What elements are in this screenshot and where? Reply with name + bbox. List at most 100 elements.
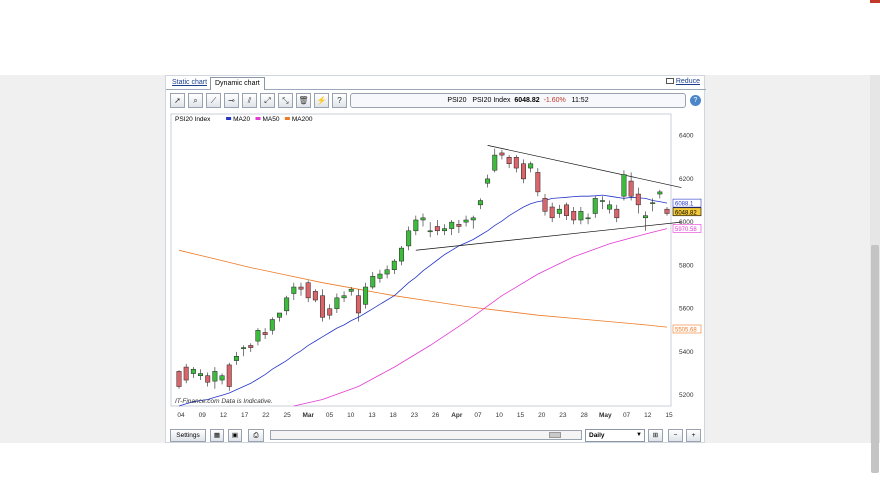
help-question-icon[interactable]: ? — [332, 93, 347, 108]
channel-tool-icon[interactable]: ⫽ — [242, 93, 257, 108]
candle-body — [477, 200, 483, 206]
candle-body — [176, 371, 182, 387]
candle-body — [341, 295, 347, 299]
candle-body — [334, 297, 340, 309]
time-scrollbar[interactable] — [270, 430, 582, 440]
trash-icon[interactable]: 🗑 — [296, 93, 311, 108]
zoom-in-icon[interactable]: + — [686, 429, 701, 442]
candle-body — [312, 291, 318, 301]
x-tick-label: 05 — [326, 412, 334, 419]
tab-dynamic-chart[interactable]: Dynamic chart — [210, 77, 265, 90]
candle-body — [284, 297, 290, 312]
candle-body — [535, 172, 541, 193]
x-tick-label: 09 — [199, 412, 207, 419]
candle-body — [241, 347, 247, 349]
candle-body — [355, 295, 361, 314]
horizontal-line-tool-icon[interactable]: ⊸ — [224, 93, 239, 108]
info-icon[interactable]: ? — [690, 95, 701, 106]
candle-body — [269, 319, 275, 331]
candle-body — [434, 226, 440, 232]
legend-item: MA50 — [263, 116, 280, 123]
candle-body — [298, 286, 304, 290]
x-tick-label: 25 — [283, 412, 291, 419]
page-scrollbar[interactable] — [870, 75, 880, 473]
candle-body — [635, 193, 641, 206]
price-label: 5970.58 — [675, 227, 697, 233]
candle-body — [198, 373, 204, 376]
indicators-icon[interactable]: ▦ — [210, 429, 224, 442]
line-tool-icon[interactable]: ⟋ — [206, 93, 221, 108]
candle-body — [599, 200, 605, 202]
chart-type-icon[interactable]: ⚡ — [314, 93, 329, 108]
tab-static-chart[interactable]: Static chart — [168, 77, 211, 90]
candle-body — [348, 288, 354, 292]
zoom-tool-icon[interactable]: ⌕ — [188, 93, 203, 108]
candle-body — [363, 286, 369, 305]
candle-body — [642, 215, 648, 219]
candle-body — [614, 208, 620, 219]
price-label: 6048.82 — [675, 210, 697, 216]
candle-body — [449, 221, 455, 229]
x-tick-label: 15 — [517, 412, 525, 419]
candle-body — [262, 332, 268, 335]
candle-body — [578, 211, 584, 221]
x-tick-label: 10 — [347, 412, 355, 419]
x-tick-label: 23 — [411, 412, 419, 419]
candle-body — [327, 308, 333, 316]
pointer-tool-icon[interactable]: ➚ — [170, 93, 185, 108]
fibonacci-tool-icon[interactable]: ⤢ — [260, 93, 275, 108]
candle-body — [391, 260, 397, 270]
x-tick-label: 15 — [665, 412, 673, 419]
save-icon[interactable]: ▣ — [228, 429, 242, 442]
interval-value: Daily — [589, 432, 605, 439]
candle-body — [628, 180, 634, 197]
reduce-icon — [665, 78, 674, 84]
ticker-price: 6048.82 — [514, 97, 540, 104]
candle-body — [384, 269, 390, 275]
candle-body — [370, 275, 376, 288]
ticker-time: 11:52 — [571, 97, 589, 104]
candle-body — [621, 174, 627, 197]
legend-swatch — [284, 117, 290, 120]
time-scrollbar-thumb[interactable] — [549, 432, 561, 438]
price-chart[interactable]: 520054005600580060006200640004 09 12 17 22 25… — [169, 112, 703, 422]
x-tick-label: 26 — [432, 412, 440, 419]
legend-item: PSI20 Index — [175, 116, 211, 123]
x-tick-label: 12 — [220, 412, 228, 419]
x-tick-label: May — [599, 412, 612, 419]
chart-panel: Static chart Dynamic chart Reduce ➚ ⌕ ⟋ … — [165, 75, 706, 443]
legend-swatch — [226, 117, 232, 120]
candle-body — [564, 204, 570, 216]
interval-select[interactable]: Daily ▼ — [585, 429, 645, 442]
candle-body — [398, 247, 404, 262]
chart-area[interactable]: 5200 5400 5600 5800 6000 6200 6400 04 09 12 17 22 25… — [169, 112, 703, 422]
x-tick-label: 20 — [538, 412, 546, 419]
candle-body — [183, 366, 189, 381]
chevron-down-icon: ▼ — [636, 432, 642, 438]
candle-body — [248, 345, 254, 348]
settings-button[interactable]: Settings — [170, 429, 206, 442]
page-scrollbar-thumb[interactable] — [871, 245, 879, 473]
candle-body — [506, 157, 512, 164]
y-tick-label: 5800 — [679, 262, 694, 269]
legend-swatch — [255, 117, 261, 120]
candle-body — [585, 217, 591, 220]
parallel-tool-icon[interactable]: ⤡ — [278, 93, 293, 108]
zoom-out-icon[interactable]: − — [668, 429, 683, 442]
print-icon[interactable]: ⎙ — [248, 429, 264, 442]
candle-body — [212, 371, 218, 382]
x-tick-label: 28 — [581, 412, 589, 419]
x-tick-label: 13 — [368, 412, 376, 419]
y-tick-label: 6400 — [679, 133, 694, 140]
candle-body — [650, 202, 656, 204]
candle-body — [406, 230, 412, 247]
candle-body — [420, 217, 426, 221]
candle-body — [499, 152, 505, 156]
candle-body — [485, 178, 491, 184]
candle-body — [233, 356, 239, 361]
x-tick-label: 12 — [644, 412, 652, 419]
reduce-link[interactable]: Reduce — [665, 78, 700, 85]
candle-body — [571, 211, 577, 221]
candle-body — [205, 375, 211, 383]
fit-zoom-icon[interactable]: ⊞ — [648, 429, 663, 442]
